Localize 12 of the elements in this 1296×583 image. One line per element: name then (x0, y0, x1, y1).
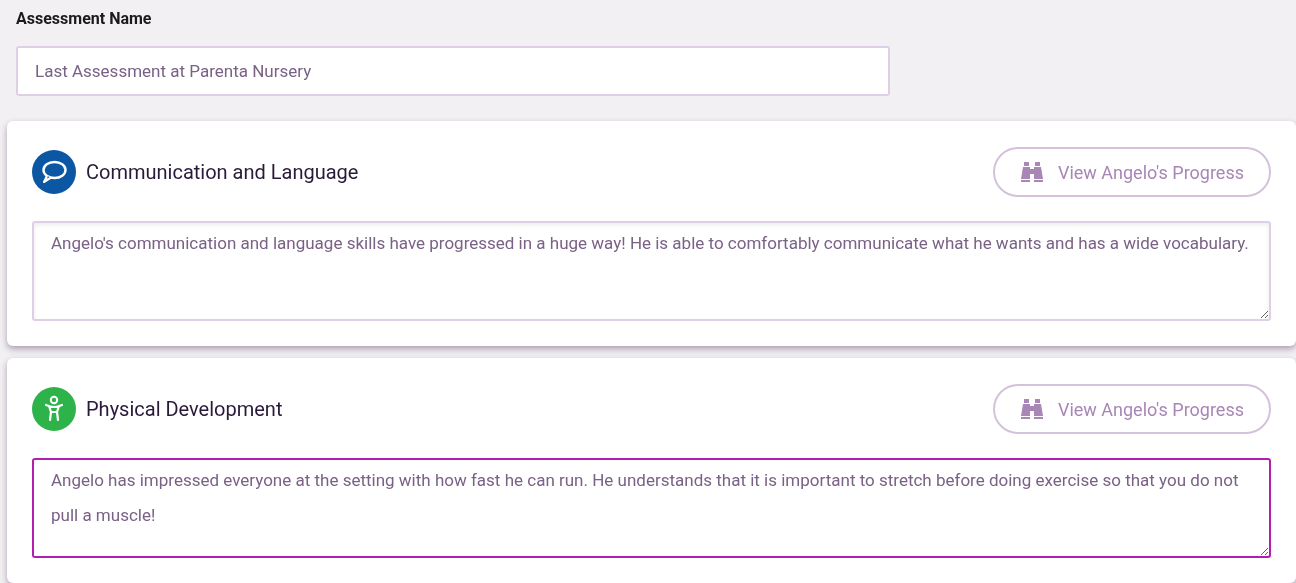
field-label: Assessment Name (16, 8, 153, 30)
notes-field[interactable]: Angelo has impressed everyone at the setting with how fast he can run. He understands that it is important to stretch before doing exercise so that you do not pull a muscle! (32, 458, 1271, 558)
area-title: Communication and Language (86, 159, 359, 186)
view-progress-button[interactable]: View Angelo's Progress (992, 147, 1271, 197)
assessment-name-field[interactable]: Last Assessment at Parenta Nursery (16, 46, 890, 96)
speech-bubble-icon (32, 150, 76, 194)
view-progress-button[interactable]: View Angelo's Progress (992, 384, 1271, 434)
binoculars-icon (1019, 399, 1044, 419)
figure-icon (32, 387, 76, 431)
area-title: Physical Development (86, 396, 283, 423)
binoculars-icon (1019, 162, 1044, 182)
notes-field[interactable]: Angelo's communication and language skills have progressed in a huge way! He is able to comfortably communicate what he wants and has a wide vocabulary. (32, 221, 1271, 321)
